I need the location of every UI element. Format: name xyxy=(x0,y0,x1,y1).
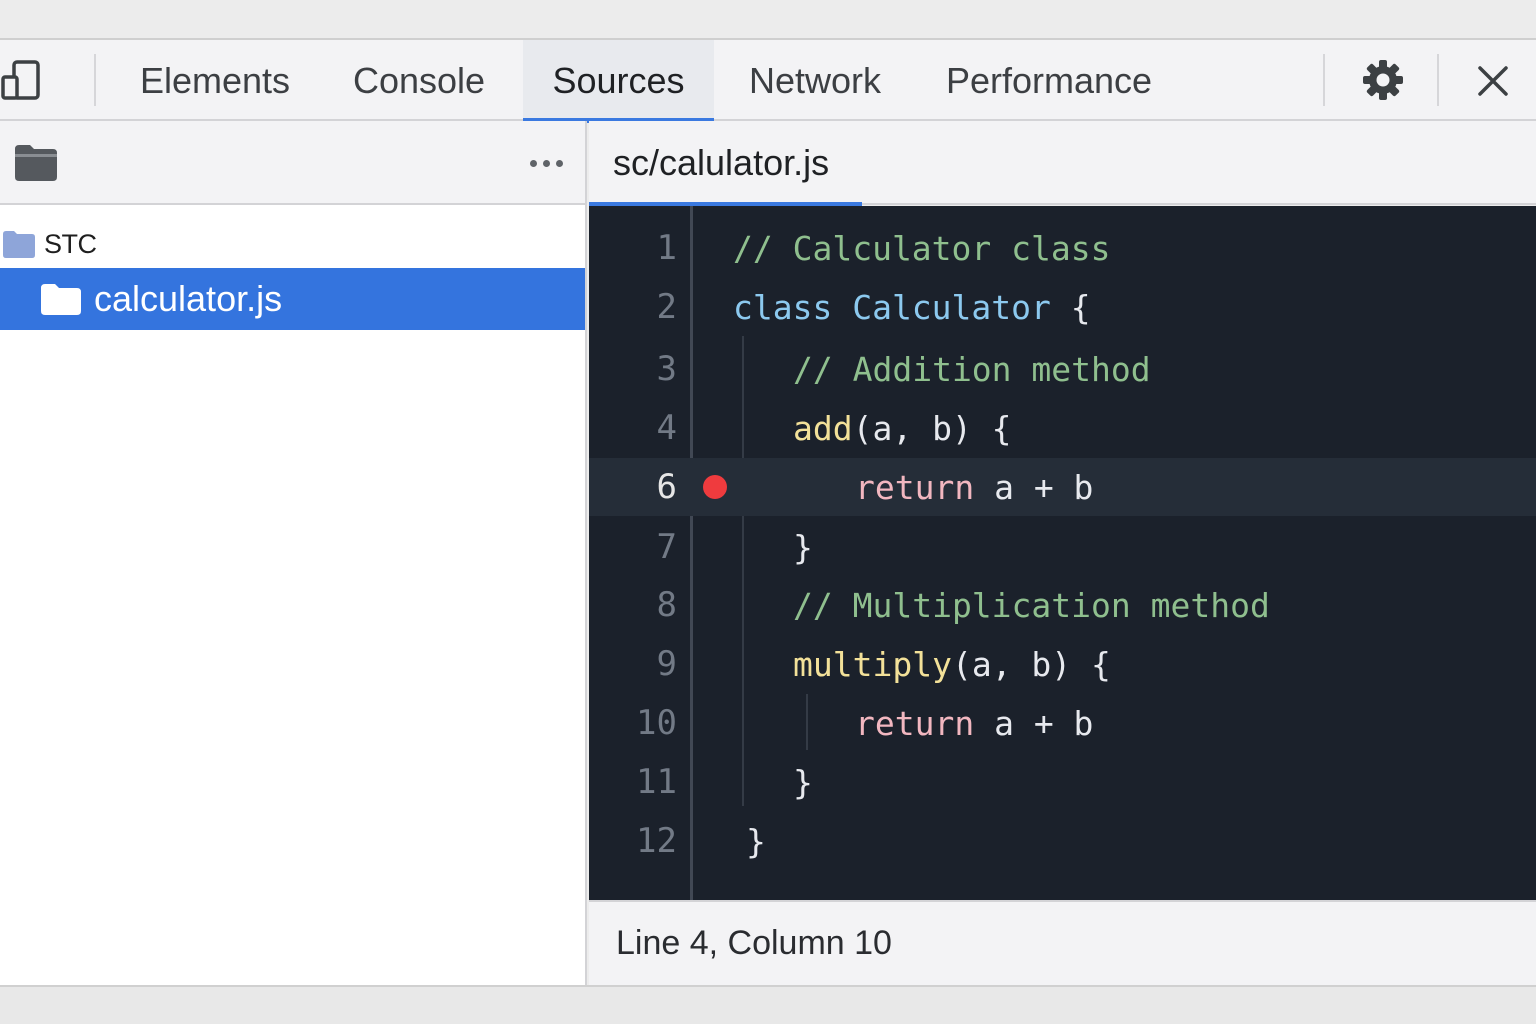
line-number[interactable]: 11 xyxy=(589,762,677,802)
tab-sources[interactable]: Sources xyxy=(523,40,714,123)
folder-icon[interactable] xyxy=(12,141,60,183)
code-line[interactable]: 1 // Calculator class xyxy=(589,219,1536,277)
line-number[interactable]: 12 xyxy=(589,821,677,861)
line-number[interactable]: 8 xyxy=(589,585,677,625)
folder-icon xyxy=(3,231,35,258)
cursor-position: Line 4, Column 10 xyxy=(616,924,892,962)
toolbar-divider xyxy=(94,54,96,106)
line-number[interactable]: 3 xyxy=(589,349,677,389)
code-line[interactable]: 12} xyxy=(589,812,1536,870)
devtools-toolbar: Elements Console Sources Network Perform… xyxy=(0,40,1536,123)
code-text: add(a, b) { xyxy=(793,409,1012,448)
code-line[interactable]: 3 // Addition method xyxy=(589,340,1536,398)
line-number[interactable]: 9 xyxy=(589,644,677,684)
code-token: // Multiplication method xyxy=(793,585,1270,625)
code-line[interactable]: 8 // Multiplication method xyxy=(589,576,1536,634)
tab-console[interactable]: Console xyxy=(322,40,516,121)
code-token: a + b xyxy=(974,467,1094,507)
status-bar: Line 4, Column 10 xyxy=(589,900,1536,985)
code-token: add xyxy=(793,408,853,448)
more-options-icon[interactable] xyxy=(526,149,566,177)
code-text: class Calculator { xyxy=(733,288,1091,327)
device-toggle-icon[interactable] xyxy=(0,58,46,104)
code-line[interactable]: 10 return a + b xyxy=(589,694,1536,752)
line-number[interactable]: 1 xyxy=(589,228,677,268)
toolbar-divider xyxy=(1437,54,1439,106)
code-line[interactable]: 4 add(a, b) { xyxy=(589,399,1536,457)
tab-network[interactable]: Network xyxy=(724,40,906,121)
window-top-strip xyxy=(0,0,1536,40)
code-token: (a, b) { xyxy=(852,408,1012,448)
toolbar-divider xyxy=(1323,54,1325,106)
window-bottom-strip xyxy=(0,985,1536,1024)
code-token: // Addition method xyxy=(793,349,1151,389)
code-line[interactable]: 7} xyxy=(589,518,1536,576)
editor-tab-strip: sc/calulator.js xyxy=(589,121,1536,207)
code-text: // Multiplication method xyxy=(793,586,1270,625)
code-token: return xyxy=(855,467,975,507)
navigator-toolbar xyxy=(0,121,585,205)
tree-folder-stc[interactable]: STC xyxy=(0,221,585,267)
code-text: return a + b xyxy=(855,704,1093,743)
code-token: { xyxy=(1050,287,1091,327)
line-number[interactable]: 6 xyxy=(589,467,677,507)
code-text: } xyxy=(793,528,813,567)
tree-file-label: calculator.js xyxy=(94,278,283,319)
code-token: } xyxy=(793,762,813,802)
code-token: // Calculator class xyxy=(733,228,1111,268)
code-text: // Addition method xyxy=(793,350,1151,389)
code-line[interactable]: 6 return a + b xyxy=(589,458,1536,516)
code-token: return xyxy=(855,703,975,743)
code-token: (a, b) { xyxy=(951,644,1111,684)
file-navigator: STC calculator.js xyxy=(0,121,587,985)
code-text: // Calculator class xyxy=(733,229,1111,268)
code-token: } xyxy=(746,821,766,861)
code-editor[interactable]: 1// Calculator class 2 class Calculator {3… xyxy=(589,206,1536,900)
breakpoint-marker[interactable] xyxy=(703,475,727,499)
tab-performance[interactable]: Performance xyxy=(918,40,1180,121)
tab-elements[interactable]: Elements xyxy=(118,40,312,121)
code-text: } xyxy=(793,763,813,802)
editor-file-tab[interactable]: sc/calulator.js xyxy=(589,121,862,207)
gear-icon[interactable] xyxy=(1361,58,1405,102)
code-line[interactable]: 11} xyxy=(589,753,1536,811)
tree-folder-label: STC xyxy=(44,228,97,259)
close-icon[interactable] xyxy=(1474,62,1512,100)
code-token: } xyxy=(793,527,813,567)
folder-icon xyxy=(41,284,81,315)
line-number[interactable]: 2 xyxy=(589,287,677,327)
code-text: return a + b xyxy=(855,468,1093,507)
tree-file-calculator-js[interactable]: calculator.js xyxy=(0,268,585,330)
code-text: multiply(a, b) { xyxy=(793,645,1111,684)
code-token: class Calculator xyxy=(733,287,1051,327)
code-line[interactable]: 2 class Calculator { xyxy=(589,278,1536,336)
line-number[interactable]: 10 xyxy=(589,703,677,743)
line-number[interactable]: 4 xyxy=(589,408,677,448)
code-token: multiply xyxy=(793,644,952,684)
code-text: } xyxy=(746,822,766,861)
line-number[interactable]: 7 xyxy=(589,527,677,567)
code-token: a + b xyxy=(974,703,1094,743)
code-line[interactable]: 9 multiply(a, b) { xyxy=(589,635,1536,693)
